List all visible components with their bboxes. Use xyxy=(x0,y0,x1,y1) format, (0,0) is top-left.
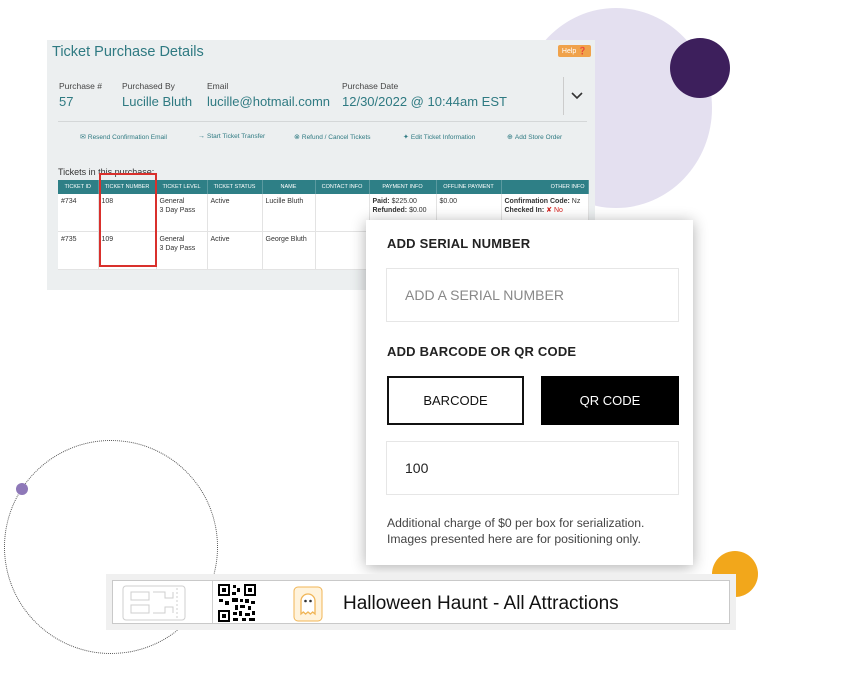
contact-cell xyxy=(315,231,370,270)
label-title: Halloween Haunt - All Attractions xyxy=(343,593,619,614)
qr-code-button[interactable]: QR CODE xyxy=(541,376,679,425)
tags-icon: ✦ xyxy=(403,134,409,141)
qr-code-icon xyxy=(217,583,257,623)
ticket-level-cell: General 3 Day Pass xyxy=(156,194,208,232)
ticket-label-preview: Halloween Haunt - All Attractions xyxy=(106,574,736,630)
confirmation-code-value: Nz xyxy=(571,198,581,205)
edit-ticket-action[interactable]: ✦ Edit Ticket Information xyxy=(403,133,476,142)
resend-email-label: Resend Confirmation Email xyxy=(87,133,167,141)
serial-number-card: ADD SERIAL NUMBER ADD BARCODE OR QR CODE… xyxy=(366,220,693,565)
ticket-id-cell: #734 xyxy=(58,194,99,232)
cancel-circle-icon: ⊗ xyxy=(294,134,300,141)
code-heading: ADD BARCODE OR QR CODE xyxy=(387,344,577,359)
purchase-date-block: Purchase Date 12/30/2022 @ 10:44am EST xyxy=(342,81,507,109)
purchase-number-label: Purchase # xyxy=(59,81,102,91)
decorative-purple-circle xyxy=(670,38,730,98)
resend-email-action[interactable]: ✉ Resend Confirmation Email xyxy=(80,133,167,142)
confirmation-code-label: Confirmation Code: xyxy=(504,198,570,205)
column-header[interactable]: PAYMENT INFO xyxy=(369,180,437,194)
label-inner: Halloween Haunt - All Attractions xyxy=(112,580,730,624)
ticket-level-line: General xyxy=(159,198,185,205)
name-cell: Lucille Bluth xyxy=(262,194,316,232)
column-header[interactable]: NAME xyxy=(262,180,316,194)
ticket-status-cell: Active xyxy=(207,231,263,270)
purchased-by-label: Purchased By xyxy=(122,81,175,91)
ticket-level-cell: General 3 Day Pass xyxy=(156,231,208,270)
add-store-order-label: Add Store Order xyxy=(514,133,563,141)
ticket-level-line: 3 Day Pass xyxy=(159,244,196,252)
column-header[interactable]: TICKET ID xyxy=(58,180,99,194)
ticket-outline-icon xyxy=(122,585,186,621)
ghost-icon xyxy=(293,586,323,622)
purchased-by-value: Lucille Bluth xyxy=(122,94,193,109)
start-transfer-label: Start Ticket Transfer xyxy=(207,133,266,140)
purchased-by-block: Purchased By Lucille Bluth xyxy=(122,81,192,109)
expand-button[interactable] xyxy=(563,77,590,115)
column-header[interactable]: TICKET STATUS xyxy=(207,180,263,194)
start-transfer-action[interactable]: → Start Ticket Transfer xyxy=(198,133,265,140)
purchase-number-block: Purchase # 57 xyxy=(59,81,102,109)
column-header[interactable]: OTHER INFO xyxy=(501,180,589,194)
quantity-input[interactable] xyxy=(386,441,679,495)
email-block: Email lucille@hotmail.comn xyxy=(207,81,330,109)
question-circle-icon: ❓ xyxy=(578,48,587,55)
panel-title: Ticket Purchase Details xyxy=(52,44,204,60)
refund-label: Refund / Cancel Tickets xyxy=(301,133,371,141)
ticket-status-cell: Active xyxy=(207,194,263,232)
edit-ticket-label: Edit Ticket Information xyxy=(410,133,476,141)
refund-action[interactable]: ⊗ Refund / Cancel Tickets xyxy=(294,133,371,142)
name-cell: George Bluth xyxy=(262,231,316,270)
checked-in-label: Checked In: xyxy=(504,206,545,214)
arrow-right-icon: → xyxy=(198,133,205,140)
barcode-button[interactable]: BARCODE xyxy=(387,376,524,425)
column-header[interactable]: OFFLINE PAYMENT xyxy=(436,180,502,194)
refunded-value: $0.00 xyxy=(409,206,427,214)
divider xyxy=(58,121,587,122)
ticket-level-line: 3 Day Pass xyxy=(159,206,196,214)
purchase-number-value: 57 xyxy=(59,94,74,109)
cross-icon: ✘ xyxy=(546,206,553,214)
ticket-id-cell: #735 xyxy=(58,231,99,270)
email-value: lucille@hotmail.comn xyxy=(207,94,331,109)
envelope-icon: ✉ xyxy=(80,134,86,141)
ticket-number-highlight xyxy=(99,173,157,267)
purchase-date-label: Purchase Date xyxy=(342,81,399,91)
plus-circle-icon: ⊕ xyxy=(507,134,513,141)
purchase-date-value: 12/30/2022 @ 10:44am EST xyxy=(342,94,507,109)
checked-in-value: No xyxy=(553,206,563,214)
email-label: Email xyxy=(207,81,229,91)
help-button[interactable]: Help ❓ xyxy=(557,45,591,57)
paid-value: $225.00 xyxy=(391,198,417,205)
refunded-label: Refunded: xyxy=(372,206,408,214)
column-header[interactable]: CONTACT INFO xyxy=(315,180,370,194)
column-header[interactable]: TICKET LEVEL xyxy=(156,180,208,194)
strip-divider xyxy=(212,581,213,623)
contact-cell xyxy=(315,194,370,232)
paid-label: Paid: xyxy=(372,198,390,205)
help-label: Help xyxy=(561,48,577,55)
pricing-note: Additional charge of $0 per box for seri… xyxy=(387,516,645,530)
chevron-down-icon xyxy=(571,92,583,100)
decorative-dot xyxy=(16,483,28,495)
serial-number-input[interactable] xyxy=(386,268,679,322)
ticket-level-line: General xyxy=(159,236,185,243)
add-store-order-action[interactable]: ⊕ Add Store Order xyxy=(507,133,563,142)
serial-heading: ADD SERIAL NUMBER xyxy=(387,236,531,251)
positioning-note: Images presented here are for positionin… xyxy=(387,532,641,546)
